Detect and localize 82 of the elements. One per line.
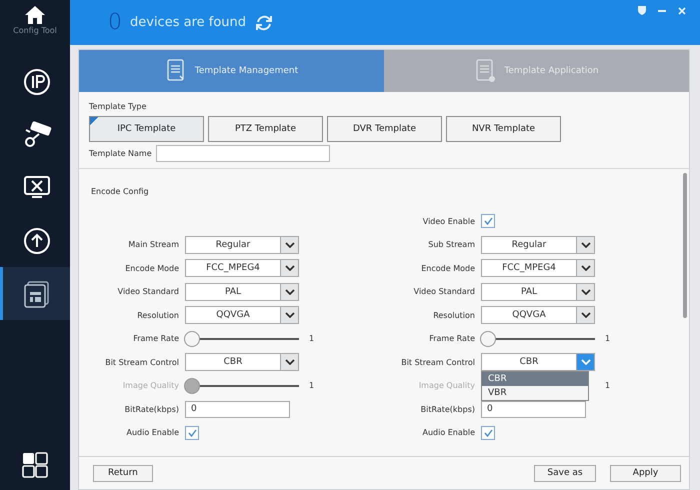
dropdown[interactable]: FCC_MPEG4 xyxy=(185,259,299,278)
close-icon[interactable] xyxy=(678,6,686,14)
field-label: Frame Rate xyxy=(428,334,475,344)
field-label: Encode Mode xyxy=(420,264,475,273)
field-label: Image Quality xyxy=(122,381,179,390)
app-name: Config Tool xyxy=(13,26,57,35)
slider-thumb[interactable] xyxy=(480,330,496,347)
ip-circle-icon xyxy=(22,66,52,96)
check-icon xyxy=(484,217,492,226)
template-type-button[interactable]: DVR Template xyxy=(327,116,442,142)
scrollbar[interactable] xyxy=(683,173,687,318)
field-label: Audio Enable xyxy=(125,428,179,438)
device-status-text: devices are found xyxy=(130,15,246,30)
dropdown[interactable]: FCC_MPEG4 xyxy=(481,259,595,278)
device-count: 0 xyxy=(108,10,122,35)
dropdown-option[interactable]: CBR xyxy=(482,372,588,386)
dropdown[interactable]: QQVGA xyxy=(185,306,299,324)
input-field[interactable]: 0 xyxy=(481,400,586,418)
grid-icon[interactable] xyxy=(22,452,48,478)
field-label: Template Name xyxy=(89,149,152,158)
shield-icon[interactable] xyxy=(638,6,646,15)
field-label: Sub Stream xyxy=(427,240,475,250)
field-label: Bit Stream Control xyxy=(400,358,475,367)
dropdown-option[interactable]: VBR xyxy=(482,386,588,400)
minimize-icon[interactable] xyxy=(658,10,666,12)
field-label: Bit Stream Control xyxy=(104,358,179,367)
checkbox[interactable] xyxy=(185,426,199,440)
field-label: Video Standard xyxy=(116,287,179,296)
caret-icon xyxy=(284,242,294,248)
footer-button[interactable]: Save as xyxy=(534,464,596,482)
slider-value: 1 xyxy=(309,334,314,344)
return-button[interactable]: Return xyxy=(93,464,153,482)
slider-value: 1 xyxy=(605,334,610,344)
dropdown[interactable]: PAL xyxy=(185,282,299,301)
field-label: Main Stream xyxy=(127,240,179,250)
upload-circle-icon xyxy=(22,226,52,256)
check-icon xyxy=(188,428,196,437)
slider[interactable] xyxy=(185,378,299,394)
slider-value: 1 xyxy=(309,381,314,390)
caret-icon xyxy=(580,265,590,272)
field-label: Encode Mode xyxy=(124,264,179,273)
dropdown[interactable]: Regular xyxy=(481,236,595,254)
dropdown[interactable]: QQVGA xyxy=(481,306,595,324)
field-label: BitRate(kbps) xyxy=(420,404,475,414)
caret-icon xyxy=(580,242,590,248)
sidebar-item[interactable] xyxy=(0,267,70,320)
checkbox[interactable] xyxy=(481,426,495,440)
field-label: Template Type xyxy=(88,101,148,111)
slider[interactable] xyxy=(481,330,595,347)
field-label: Resolution xyxy=(136,310,179,320)
template-icon xyxy=(22,278,52,308)
caret-icon xyxy=(580,312,590,318)
field-label: BitRate(kbps) xyxy=(124,404,179,414)
home-icon[interactable] xyxy=(24,5,46,25)
dropdown[interactable]: PAL xyxy=(481,282,595,301)
template-type-button[interactable]: IPC Template xyxy=(89,116,204,142)
field-label: Resolution xyxy=(432,310,475,320)
template-type-button[interactable]: NVR Template xyxy=(446,116,561,142)
section-title: Encode Config xyxy=(91,187,150,196)
caret-icon xyxy=(580,359,590,366)
dropdown[interactable]: Regular xyxy=(185,236,299,254)
field-label: Audio Enable xyxy=(421,428,475,438)
check-icon xyxy=(484,428,492,437)
field-label: Video Enable xyxy=(422,216,475,226)
slider[interactable] xyxy=(185,330,299,347)
template-type-button[interactable]: PTZ Template xyxy=(208,116,323,142)
field-label: Video Standard xyxy=(412,287,475,296)
caret-icon xyxy=(284,288,294,295)
caret-icon xyxy=(284,312,294,318)
field-label: Frame Rate xyxy=(132,334,179,344)
dropdown[interactable]: CBR xyxy=(185,353,299,372)
checkbox[interactable] xyxy=(481,214,495,228)
slider-thumb[interactable] xyxy=(184,330,200,347)
field-label: Image Quality xyxy=(418,381,475,390)
caret-icon xyxy=(284,265,294,272)
caret-icon xyxy=(580,288,590,295)
slider-value: 1 xyxy=(605,381,610,390)
input-field[interactable]: 0 xyxy=(185,400,290,418)
input-field[interactable] xyxy=(156,145,330,162)
caret-icon xyxy=(284,359,294,366)
footer-button[interactable]: Apply xyxy=(610,464,681,482)
document-icon xyxy=(474,59,496,83)
